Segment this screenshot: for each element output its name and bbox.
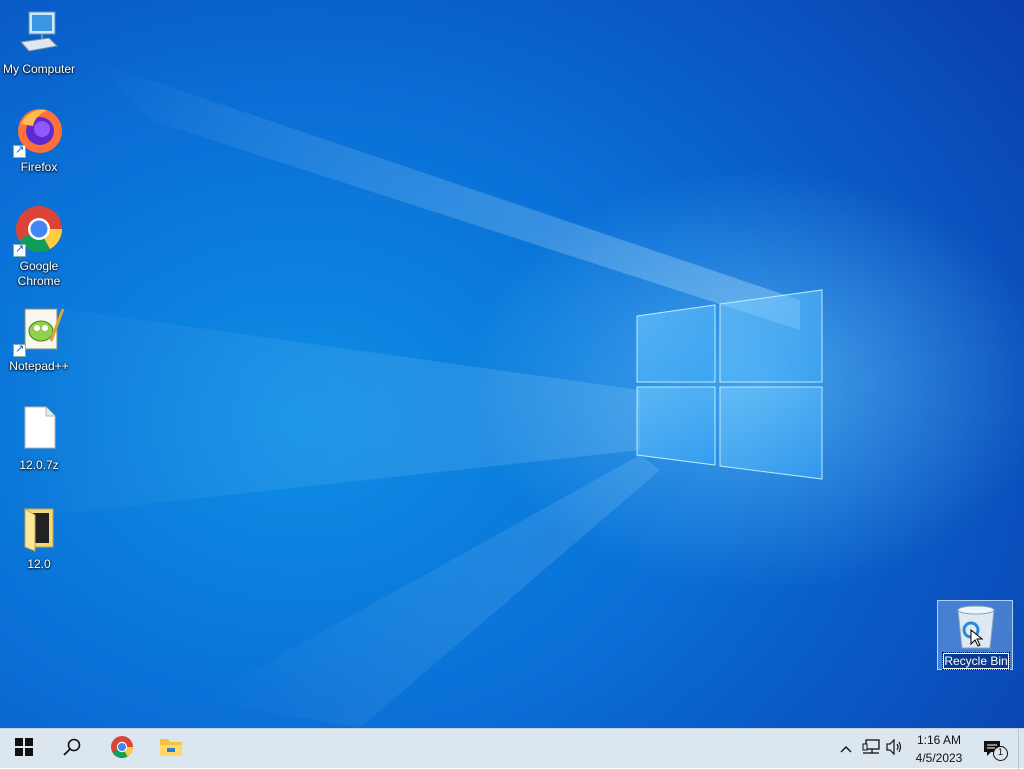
desktop-icon-file-12-0-7z[interactable]: 12.0.7z <box>0 404 78 473</box>
desktop-icon-label: My Computer <box>2 62 76 76</box>
notepad-plus-plus-icon <box>13 305 65 357</box>
notification-count-badge: 1 <box>993 746 1008 761</box>
desktop-icon-firefox[interactable]: Firefox <box>0 106 78 175</box>
computer-icon <box>13 8 65 60</box>
recycle-bin-rename-field[interactable]: Recycle Bin <box>942 652 1010 670</box>
speaker-icon <box>886 738 904 759</box>
desktop-icon-notepad-plus-plus[interactable]: Notepad++ <box>0 305 78 374</box>
taskbar: 1:16 AM 4/5/2023 1 <box>0 728 1024 769</box>
desktop-icon-label: 12.0.7z <box>19 458 59 472</box>
desktop-icon-google-chrome[interactable]: Google Chrome <box>0 205 78 289</box>
desktop[interactable]: My Computer Firefox Google Ch <box>0 0 1024 728</box>
folder-icon <box>13 503 65 555</box>
search-button[interactable] <box>48 729 96 769</box>
chevron-up-icon <box>840 742 852 757</box>
clock-time: 1:16 AM <box>916 733 962 747</box>
windows-icon <box>15 738 33 760</box>
wallpaper-windows-logo <box>0 60 823 728</box>
mouse-cursor-icon <box>970 628 984 647</box>
chrome-icon <box>13 205 65 257</box>
desktop-icon-label: Google Chrome <box>17 259 61 288</box>
volume-button[interactable] <box>884 729 906 769</box>
start-button[interactable] <box>0 729 48 769</box>
desktop-icon-recycle-bin[interactable]: Recycle Bin <box>937 600 1013 670</box>
search-icon <box>63 738 81 760</box>
shortcut-arrow-icon <box>13 143 26 158</box>
file-icon <box>13 404 65 456</box>
desktop-icon-label: 12.0 <box>27 557 51 571</box>
network-icon <box>862 739 880 759</box>
firefox-icon <box>13 106 65 158</box>
desktop-icon-my-computer[interactable]: My Computer <box>0 8 78 77</box>
desktop-icon-folder-12-0[interactable]: 12.0 <box>0 503 78 572</box>
clock[interactable]: 1:16 AM 4/5/2023 <box>904 731 974 767</box>
action-center-button[interactable]: 1 <box>978 729 1008 769</box>
show-hidden-icons-button[interactable] <box>836 729 856 769</box>
taskbar-chrome-button[interactable] <box>98 729 146 769</box>
show-desktop-button[interactable] <box>1018 729 1024 769</box>
chrome-icon <box>110 735 134 763</box>
desktop-icon-label: Firefox <box>20 160 58 174</box>
file-explorer-icon <box>159 736 183 762</box>
clock-date: 4/5/2023 <box>915 751 963 765</box>
shortcut-arrow-icon <box>13 342 26 357</box>
shortcut-arrow-icon <box>13 242 26 257</box>
desktop-icon-label: Notepad++ <box>9 359 69 373</box>
notification-icon: 1 <box>982 738 1008 761</box>
network-button[interactable] <box>860 729 882 769</box>
taskbar-file-explorer-button[interactable] <box>147 729 195 769</box>
